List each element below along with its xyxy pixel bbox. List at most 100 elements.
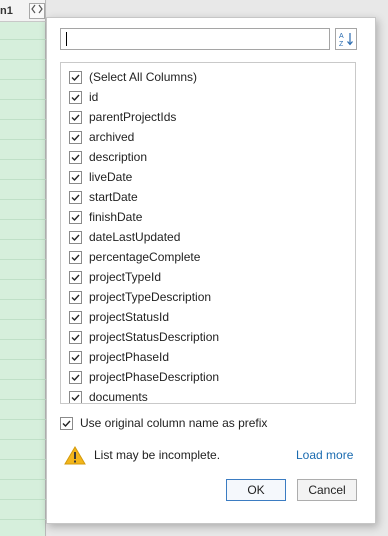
- column-checkbox[interactable]: [69, 150, 82, 164]
- column-item[interactable]: dateLastUpdated: [69, 227, 180, 247]
- checkmark-icon: [71, 394, 80, 401]
- grid-row-line: [0, 159, 46, 160]
- column-checkbox[interactable]: [69, 330, 82, 344]
- column-item[interactable]: projectStatusId: [69, 307, 169, 327]
- column-item[interactable]: archived: [69, 127, 134, 147]
- cancel-button[interactable]: Cancel: [297, 479, 357, 501]
- column-item[interactable]: startDate: [69, 187, 138, 207]
- column-checkbox[interactable]: [69, 170, 82, 184]
- grid-row-line: [0, 179, 46, 180]
- checkmark-icon: [71, 374, 80, 381]
- column-item-label: finishDate: [89, 210, 143, 224]
- column-checkbox[interactable]: [69, 210, 82, 224]
- checkmark-icon: [71, 274, 80, 281]
- column-item[interactable]: liveDate: [69, 167, 132, 187]
- checkmark-icon: [71, 194, 80, 201]
- column-checkbox[interactable]: [69, 250, 82, 264]
- column-item-label: projectTypeDescription: [89, 290, 212, 304]
- column-checkbox[interactable]: [69, 130, 82, 144]
- grid-row-line: [0, 79, 46, 80]
- checkmark-icon: [71, 74, 80, 81]
- column-item[interactable]: id: [69, 87, 98, 107]
- column-checkbox[interactable]: [69, 350, 82, 364]
- ok-button[interactable]: OK: [226, 479, 286, 501]
- checkmark-icon: [71, 94, 80, 101]
- sort-az-button[interactable]: A Z: [335, 28, 357, 50]
- checkmark-icon: [71, 214, 80, 221]
- column-checkbox[interactable]: [69, 390, 82, 403]
- column-checkbox[interactable]: [69, 290, 82, 304]
- select-all-item[interactable]: (Select All Columns): [69, 67, 197, 87]
- column-list[interactable]: (Select All Columns) id parentProjectIds ar…: [60, 62, 356, 404]
- svg-text:Z: Z: [339, 41, 344, 47]
- grid-row-line: [0, 239, 46, 240]
- column-item[interactable]: projectPhaseId: [69, 347, 169, 367]
- column-item[interactable]: documents: [69, 387, 148, 404]
- grid-row-line: [0, 479, 46, 480]
- column-item-label: id: [89, 90, 99, 104]
- column-item-label: archived: [89, 130, 135, 144]
- warning-text: List may be incomplete.: [94, 448, 221, 462]
- grid-row-line: [0, 399, 46, 400]
- column-item[interactable]: projectStatusDescription: [69, 327, 219, 347]
- checkmark-icon: [71, 154, 80, 161]
- prefix-option[interactable]: Use original column name as prefix: [60, 414, 267, 432]
- column-item-label: projectStatusId: [89, 310, 170, 324]
- expand-column-button[interactable]: [29, 3, 45, 19]
- column-item-label: liveDate: [89, 170, 133, 184]
- column-item-label: description: [89, 150, 148, 164]
- grid-row-line: [0, 299, 46, 300]
- column-item[interactable]: description: [69, 147, 147, 167]
- checkmark-icon: [71, 234, 80, 241]
- checkmark-icon: [62, 420, 71, 427]
- expand-columns-dialog: A Z (Select All Columns) id parentProjectI…: [46, 17, 376, 524]
- grid-row-line: [0, 519, 46, 520]
- search-input[interactable]: [60, 28, 330, 50]
- grid-row-line: [0, 99, 46, 100]
- checkmark-icon: [71, 334, 80, 341]
- warning-icon: [64, 445, 86, 464]
- grid-row-line: [0, 139, 46, 140]
- load-more-link[interactable]: Load more: [296, 448, 353, 462]
- prefix-label: Use original column name as prefix: [80, 416, 268, 430]
- prefix-checkbox[interactable]: [60, 416, 73, 430]
- grid-row-line: [0, 259, 46, 260]
- column-item[interactable]: finishDate: [69, 207, 142, 227]
- column-item[interactable]: projectTypeDescription: [69, 287, 211, 307]
- checkmark-icon: [71, 314, 80, 321]
- column-item-label: projectStatusDescription: [89, 330, 220, 344]
- column-checkbox[interactable]: [69, 370, 82, 384]
- column-checkbox[interactable]: [69, 270, 82, 284]
- grid-row-line: [0, 459, 46, 460]
- column-item[interactable]: percentageComplete: [69, 247, 200, 267]
- grid-row-line: [0, 499, 46, 500]
- column-checkbox[interactable]: [69, 70, 82, 84]
- grid-row-line: [0, 379, 46, 380]
- grid-row-line: [0, 319, 46, 320]
- grid-row-line: [0, 419, 46, 420]
- column-item[interactable]: projectPhaseDescription: [69, 367, 219, 387]
- column-item-label: (Select All Columns): [89, 70, 198, 84]
- grid-row-line: [0, 119, 46, 120]
- column-item[interactable]: projectTypeId: [69, 267, 161, 287]
- text-cursor: [66, 32, 67, 46]
- column-item-label: startDate: [89, 190, 138, 204]
- grid-row-line: [0, 59, 46, 60]
- column-checkbox[interactable]: [69, 230, 82, 244]
- grid-row-line: [0, 359, 46, 360]
- svg-text:A: A: [339, 33, 344, 40]
- column-checkbox[interactable]: [69, 310, 82, 324]
- column-checkbox[interactable]: [69, 110, 82, 124]
- checkmark-icon: [71, 134, 80, 141]
- column-item-label: projectPhaseDescription: [89, 370, 220, 384]
- column-checkbox[interactable]: [69, 90, 82, 104]
- column-item-label: percentageComplete: [89, 250, 201, 264]
- column-checkbox[interactable]: [69, 190, 82, 204]
- grid-row-line: [0, 439, 46, 440]
- expand-arrows-icon: [31, 4, 43, 14]
- incomplete-warning: List may be incomplete.: [64, 445, 220, 465]
- background-grid-column: [0, 0, 46, 536]
- grid-row-line: [0, 199, 46, 200]
- column-item[interactable]: parentProjectIds: [69, 107, 176, 127]
- column-item-label: documents: [89, 390, 148, 404]
